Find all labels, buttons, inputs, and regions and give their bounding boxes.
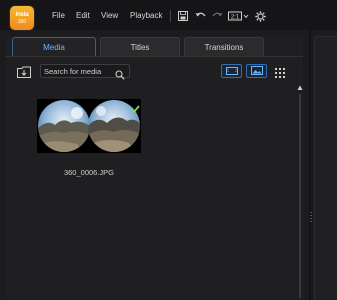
preview-panel bbox=[314, 36, 337, 300]
selected-check-icon bbox=[130, 100, 140, 118]
tab-titles-label: Titles bbox=[130, 42, 150, 52]
timeline-view-icon bbox=[225, 62, 238, 80]
logo-text-line2: 360 bbox=[17, 18, 27, 25]
image-view-icon bbox=[250, 62, 263, 80]
settings-gear-icon[interactable] bbox=[254, 9, 266, 23]
menu-view[interactable]: View bbox=[101, 11, 118, 20]
svg-text:2:1: 2:1 bbox=[231, 15, 240, 21]
fisheye-photo-thumbnail bbox=[37, 99, 141, 153]
search-icon[interactable] bbox=[115, 67, 125, 85]
logo-text-line1: Insta bbox=[15, 11, 29, 18]
scroll-up-arrow-icon bbox=[297, 85, 303, 90]
menu-edit[interactable]: Edit bbox=[76, 11, 90, 20]
undo-icon[interactable] bbox=[194, 9, 206, 23]
tab-transitions[interactable]: Transitions bbox=[184, 37, 264, 56]
media-search-box[interactable] bbox=[40, 64, 130, 80]
image-view-button[interactable] bbox=[246, 64, 267, 78]
media-filename: 360_0006.JPG bbox=[63, 168, 115, 177]
redo-icon[interactable] bbox=[211, 9, 223, 23]
panel-divider[interactable] bbox=[309, 30, 311, 300]
save-icon[interactable] bbox=[177, 9, 189, 23]
media-thumbnail[interactable] bbox=[37, 99, 141, 153]
tab-media[interactable]: Media bbox=[12, 37, 96, 56]
tab-divider bbox=[6, 56, 303, 57]
grid-menu-icon[interactable] bbox=[275, 65, 285, 78]
tab-transitions-label: Transitions bbox=[204, 42, 244, 52]
menu-playback[interactable]: Playback bbox=[130, 11, 162, 20]
tab-titles[interactable]: Titles bbox=[100, 37, 180, 56]
resize-grip-icon[interactable] bbox=[310, 212, 312, 222]
app-logo[interactable]: Insta 360 bbox=[10, 6, 34, 30]
import-media-icon[interactable] bbox=[17, 65, 31, 78]
aspect-ratio-dropdown-icon[interactable]: 2:1 bbox=[228, 9, 250, 23]
top-menu-bar: Insta 360 File Edit View Playback 2:1 bbox=[0, 0, 337, 30]
timeline-view-button[interactable] bbox=[221, 64, 242, 78]
media-scrollbar[interactable] bbox=[297, 84, 303, 300]
search-input[interactable] bbox=[41, 65, 113, 77]
menu-file[interactable]: File bbox=[52, 11, 65, 20]
toolbar-separator bbox=[170, 10, 171, 22]
tab-media-label: Media bbox=[43, 42, 65, 52]
